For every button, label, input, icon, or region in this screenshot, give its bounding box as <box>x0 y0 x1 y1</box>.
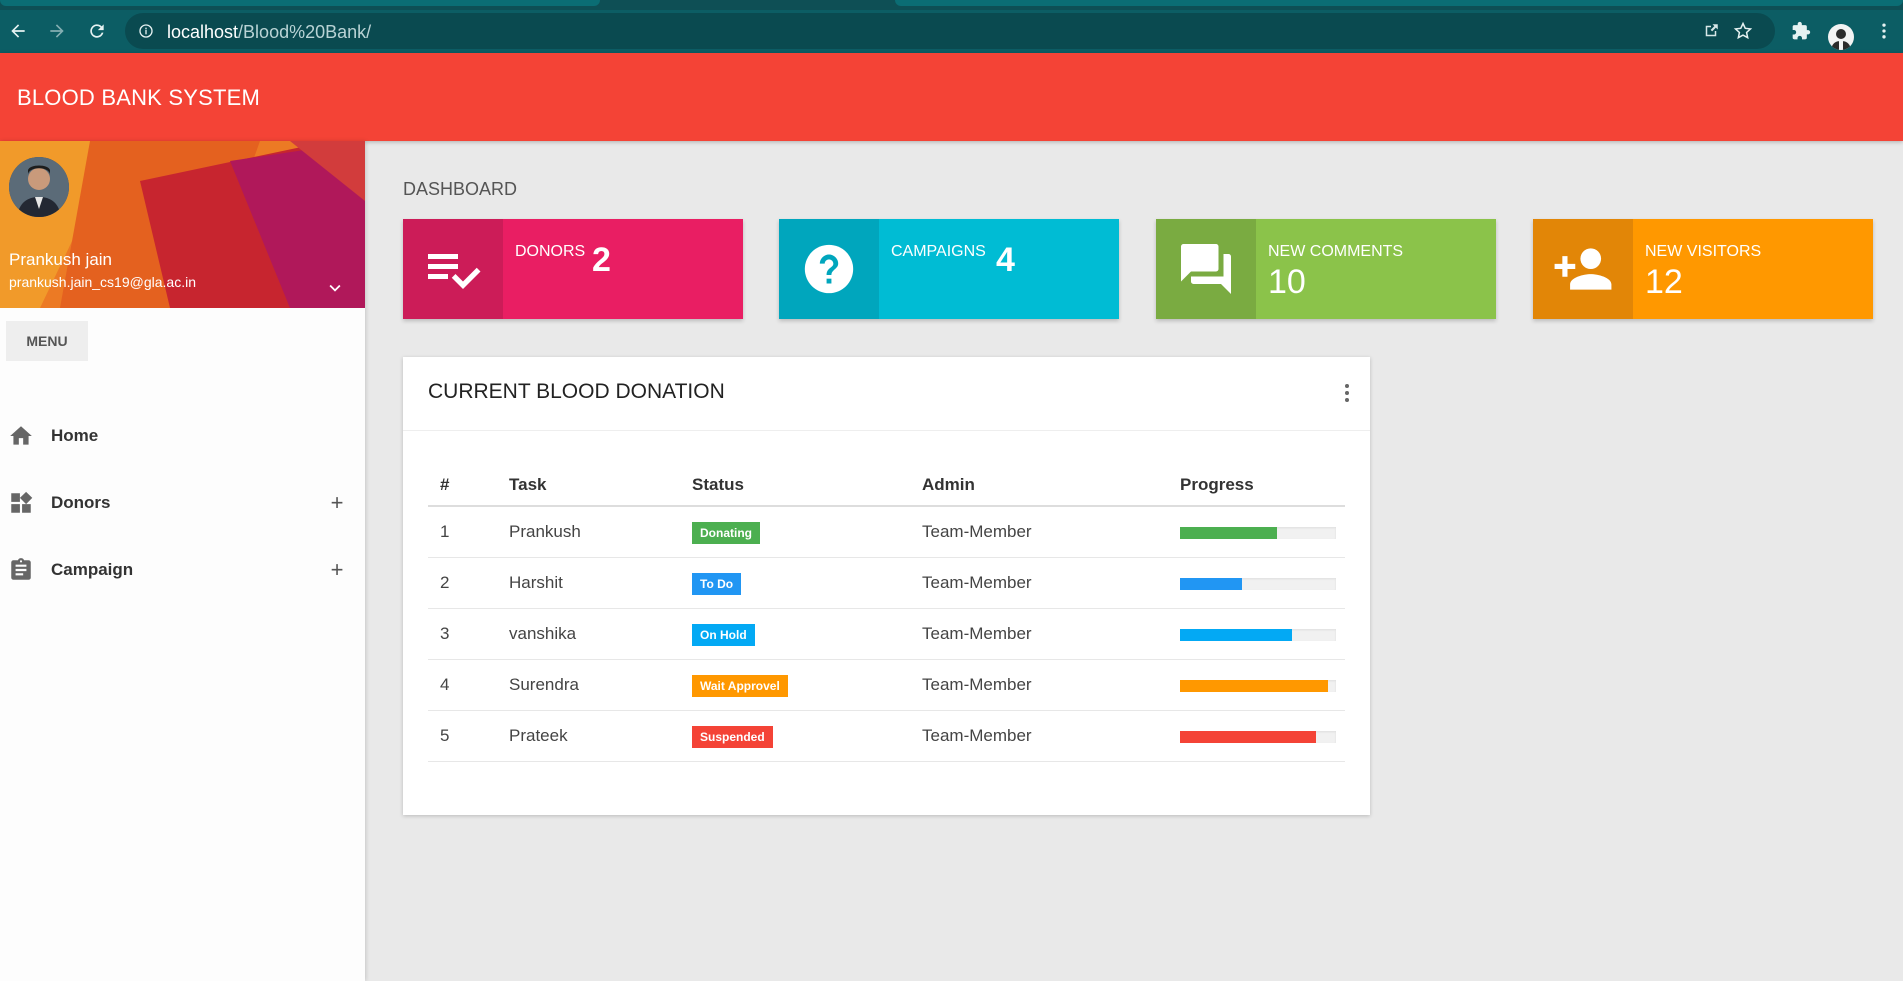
progress-bar <box>1180 629 1336 641</box>
status-badge: Suspended <box>692 726 773 748</box>
progress-fill <box>1180 629 1293 641</box>
table-header: # Task Status Admin Progress <box>428 461 1345 507</box>
info-box-value: 10 <box>1268 263 1306 301</box>
status-badge: On Hold <box>692 624 755 646</box>
sidebar-item-campaign[interactable]: Campaign + <box>0 545 365 595</box>
info-box-value: 12 <box>1645 263 1683 301</box>
row-admin: Team-Member <box>922 573 1032 592</box>
blood-donation-card: CURRENT BLOOD DONATION # Task Status Adm… <box>403 357 1370 815</box>
progress-bar <box>1180 527 1336 539</box>
expand-icon[interactable]: + <box>326 490 348 515</box>
reload-icon[interactable] <box>82 16 112 46</box>
status-badge: Wait Approvel <box>692 675 788 697</box>
help-icon <box>779 219 879 319</box>
url-path: /Blood%20Bank/ <box>238 22 372 42</box>
sidebar-item-label: Campaign <box>51 560 134 579</box>
sidebar-item-home[interactable]: Home <box>0 411 365 461</box>
app-header: BLOOD BANK SYSTEM <box>0 53 1903 141</box>
row-admin: Team-Member <box>922 726 1032 745</box>
home-icon <box>8 423 34 449</box>
forward-icon[interactable] <box>42 16 72 46</box>
progress-fill <box>1180 731 1316 743</box>
expand-icon[interactable]: + <box>326 557 348 582</box>
browser-tab[interactable] <box>0 0 600 6</box>
info-icon[interactable] <box>137 22 155 40</box>
row-number: 1 <box>440 522 450 541</box>
table-row: 4 Surendra Wait Approvel Team-Member <box>428 660 1345 711</box>
browser-tab[interactable] <box>895 0 1903 6</box>
sidebar-item-label: Home <box>51 426 99 445</box>
info-box-label: NEW COMMENTS <box>1268 243 1404 260</box>
browser-toolbar: localhost/Blood%20Bank/ <box>0 10 1903 53</box>
page-title: DASHBOARD <box>403 179 518 199</box>
profile-avatar[interactable] <box>1828 24 1854 50</box>
sidebar-item-donors[interactable]: Donors + <box>0 478 365 528</box>
status-badge: To Do <box>692 573 742 595</box>
row-task: Harshit <box>509 573 563 592</box>
info-box-label: NEW VISITORS <box>1645 243 1762 260</box>
progress-bar <box>1180 731 1336 743</box>
info-box-campaigns[interactable]: CAMPAIGNS 4 <box>779 219 1119 319</box>
row-task: Prateek <box>509 726 568 745</box>
browser-tabstrip <box>0 0 1903 10</box>
info-box-visitors[interactable]: NEW VISITORS 12 <box>1533 219 1873 319</box>
progress-bar <box>1180 680 1336 692</box>
column-header: Task <box>509 475 547 494</box>
sidebar-item-label: Donors <box>51 493 111 512</box>
row-task: Surendra <box>509 675 579 694</box>
menu-header: MENU <box>6 321 88 361</box>
column-header: # <box>440 475 450 494</box>
column-header: Progress <box>1180 475 1254 494</box>
progress-bar <box>1180 578 1336 590</box>
playlist-check-icon <box>403 219 503 319</box>
info-box-donors[interactable]: DONORS 2 <box>403 219 743 319</box>
user-email: prankush.jain_cs19@gla.ac.in <box>9 274 196 290</box>
puzzle-icon[interactable] <box>1786 16 1816 46</box>
widgets-icon <box>8 490 34 516</box>
status-badge: Donating <box>692 522 760 544</box>
url-host: localhost <box>167 22 239 42</box>
progress-fill <box>1180 527 1277 539</box>
progress-fill <box>1180 680 1329 692</box>
table-row: 2 Harshit To Do Team-Member <box>428 558 1345 609</box>
row-number: 5 <box>440 726 450 745</box>
more-vert-icon[interactable] <box>1336 382 1358 404</box>
share-icon[interactable] <box>1696 16 1726 46</box>
row-admin: Team-Member <box>922 675 1032 694</box>
info-box-value: 2 <box>592 241 611 279</box>
user-name: Prankush jain <box>9 250 113 269</box>
row-task: Prankush <box>509 522 581 541</box>
person-add-icon <box>1533 219 1633 319</box>
row-task: vanshika <box>509 624 577 643</box>
row-admin: Team-Member <box>922 522 1032 541</box>
row-admin: Team-Member <box>922 624 1032 643</box>
row-number: 3 <box>440 624 450 643</box>
table-row: 3 vanshika On Hold Team-Member <box>428 609 1345 660</box>
url-text[interactable]: localhost/Blood%20Bank/ <box>167 22 371 43</box>
sidebar: Prankush jain prankush.jain_cs19@gla.ac.… <box>0 141 365 981</box>
more-vert-icon[interactable] <box>1869 16 1899 46</box>
column-header: Status <box>692 475 744 494</box>
table-row: 5 Prateek Suspended Team-Member <box>428 711 1345 762</box>
row-number: 4 <box>440 675 450 694</box>
card-header: CURRENT BLOOD DONATION <box>403 357 1370 431</box>
info-box-label: DONORS <box>515 243 586 260</box>
address-bar[interactable]: localhost/Blood%20Bank/ <box>125 13 1775 49</box>
user-info-panel: Prankush jain prankush.jain_cs19@gla.ac.… <box>0 141 365 308</box>
row-number: 2 <box>440 573 450 592</box>
back-icon[interactable] <box>3 16 33 46</box>
info-box-value: 4 <box>996 241 1015 279</box>
star-icon[interactable] <box>1728 16 1758 46</box>
table-row: 1 Prankush Donating Team-Member <box>428 507 1345 558</box>
assignment-icon <box>8 557 34 583</box>
info-box-comments[interactable]: NEW COMMENTS 10 <box>1156 219 1496 319</box>
column-header: Admin <box>922 475 975 494</box>
info-box-label: CAMPAIGNS <box>891 243 986 260</box>
card-title: CURRENT BLOOD DONATION <box>428 380 725 403</box>
progress-fill <box>1180 578 1243 590</box>
chevron-down-icon[interactable] <box>324 277 346 299</box>
app-title[interactable]: BLOOD BANK SYSTEM <box>17 85 260 111</box>
forum-icon <box>1156 219 1256 319</box>
avatar[interactable] <box>9 157 69 217</box>
